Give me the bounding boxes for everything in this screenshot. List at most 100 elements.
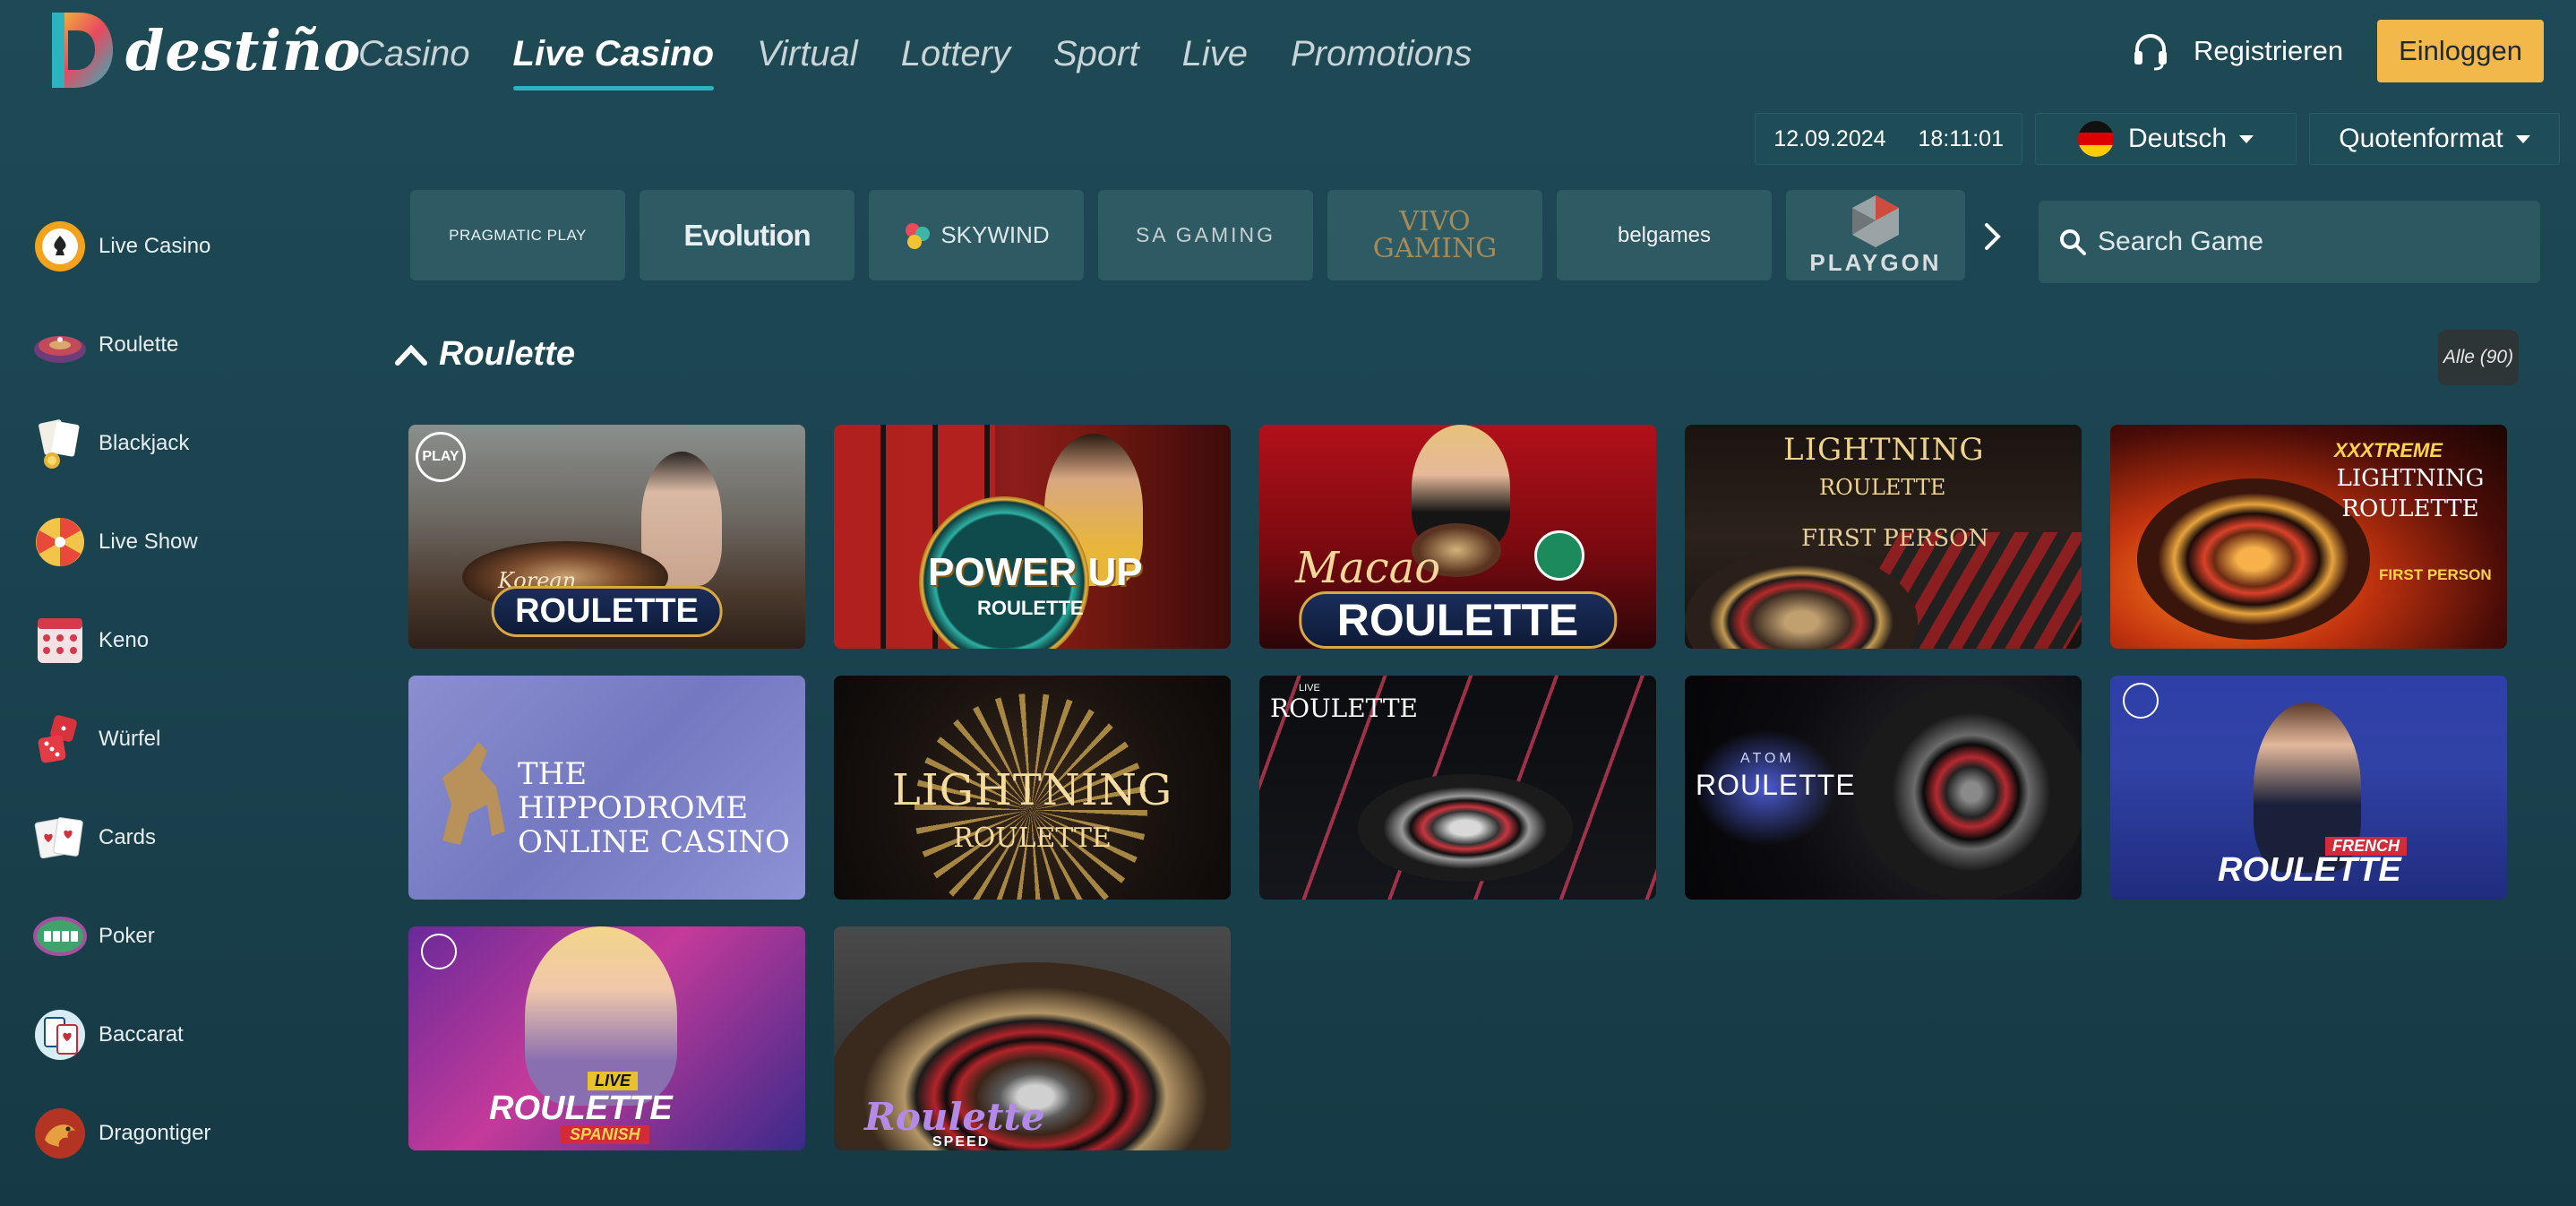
game-line2: ROULETTE bbox=[2218, 851, 2401, 889]
game-tile-roulette-speed[interactable]: Roulette SPEED bbox=[834, 926, 1231, 1150]
game-tile-lightning-roulette[interactable]: LIGHTNING ROULETTE bbox=[834, 676, 1231, 900]
game-line1: POWER UP bbox=[928, 550, 1143, 594]
poker-icon bbox=[33, 917, 87, 956]
game-line3: SPANISH bbox=[561, 1125, 649, 1144]
cards-icon bbox=[34, 817, 83, 859]
game-line2: LIGHTNING ROULETTE bbox=[2336, 465, 2485, 522]
game-tile-power-up-roulette[interactable]: POWER UP ROULETTE bbox=[834, 425, 1231, 649]
odds-format-label: Quotenformat bbox=[2339, 124, 2503, 153]
game-tile-live-roulette[interactable]: LIVE ROULETTE bbox=[1259, 676, 1656, 900]
nav-sport[interactable]: Sport bbox=[1053, 34, 1139, 90]
section-title: Roulette bbox=[439, 335, 575, 373]
vivo-badge-icon bbox=[421, 934, 457, 969]
search-icon bbox=[2060, 229, 2086, 255]
game-line1: THE bbox=[518, 756, 588, 792]
game-line1: LIGHTNING bbox=[891, 765, 1173, 815]
provider-name: PRAGMATIC PLAY bbox=[449, 226, 587, 244]
sidebar-item-label: Poker bbox=[99, 924, 155, 948]
provider-skywind[interactable]: SKYWIND bbox=[869, 190, 1084, 280]
chip-icon bbox=[35, 221, 85, 271]
game-tile-macao-roulette[interactable]: Macao ROULETTE bbox=[1259, 425, 1656, 649]
logo-icon bbox=[52, 13, 113, 88]
game-tile-korean-roulette[interactable]: PLAY Korean ROULETTE bbox=[408, 425, 805, 649]
sub-bar: 12.09.2024 18:11:01 Deutsch Quotenformat bbox=[1755, 113, 2560, 165]
provider-name: VIVO GAMING bbox=[1372, 205, 1498, 264]
sidebar-item-label: Live Show bbox=[99, 530, 198, 554]
game-tile-xxxtreme-lightning[interactable]: XXXTREME LIGHTNING ROULETTE FIRST PERSON bbox=[2110, 425, 2507, 649]
chevron-down-icon bbox=[2515, 134, 2530, 143]
playgon-logo-icon bbox=[1852, 195, 1899, 247]
chevron-up-icon[interactable] bbox=[394, 341, 428, 368]
sidebar-item-dragontiger[interactable]: Dragontiger bbox=[32, 1084, 337, 1183]
lotus-badge-icon bbox=[1534, 530, 1584, 581]
odds-format-select[interactable]: Quotenformat bbox=[2309, 113, 2560, 165]
search-box[interactable] bbox=[2039, 201, 2540, 283]
sidebar-item-live-show[interactable]: Live Show bbox=[32, 493, 337, 591]
provider-name: Evolution bbox=[683, 218, 811, 252]
section-header[interactable]: Roulette bbox=[394, 335, 575, 374]
register-link[interactable]: Registrieren bbox=[2194, 35, 2343, 67]
sidebar-item-live-casino[interactable]: Live Casino bbox=[32, 197, 337, 296]
game-tile-french-roulette[interactable]: FRENCH ROULETTE bbox=[2110, 676, 2507, 900]
login-button[interactable]: Einloggen bbox=[2377, 20, 2544, 82]
game-line1: Roulette bbox=[864, 1095, 1045, 1139]
dragon-icon bbox=[35, 1108, 85, 1159]
horse-rider-icon bbox=[442, 742, 505, 845]
sidebar-item-dice[interactable]: Würfel bbox=[32, 690, 337, 788]
sidebar-item-blackjack[interactable]: Blackjack bbox=[32, 394, 337, 493]
game-title: ROULETTE bbox=[491, 586, 723, 637]
search-input[interactable] bbox=[2098, 227, 2528, 257]
pragmatic-badge-icon: PLAY bbox=[416, 432, 466, 482]
blackjack-icon bbox=[39, 419, 80, 469]
provider-name: belgames bbox=[1617, 222, 1712, 247]
game-line2: ROULETTE bbox=[489, 1090, 673, 1127]
provider-evolution[interactable]: Evolution bbox=[640, 190, 854, 280]
game-line1: ATOM bbox=[1740, 751, 1795, 766]
game-tile-lightning-first-person[interactable]: LIGHTNING ROULETTE FIRST PERSON bbox=[1685, 425, 2082, 649]
time-text: 18:11:01 bbox=[1918, 125, 2004, 151]
chevron-right-icon[interactable] bbox=[1976, 220, 2008, 253]
game-line2: ROULETTE bbox=[1270, 693, 1418, 723]
nav-casino[interactable]: Casino bbox=[358, 34, 470, 90]
game-line2: SPEED bbox=[932, 1134, 991, 1150]
sidebar-item-keno[interactable]: Keno bbox=[32, 591, 337, 690]
provider-name: PLAYGON bbox=[1809, 249, 1942, 276]
nav-live[interactable]: Live bbox=[1182, 34, 1248, 90]
skywind-logo-icon bbox=[906, 222, 931, 249]
game-tile-hippodrome[interactable]: THE HIPPODROME ONLINE CASINO bbox=[408, 676, 805, 900]
sidebar-item-poker[interactable]: Poker bbox=[32, 887, 337, 986]
provider-playgon[interactable]: PLAYGON bbox=[1786, 190, 1965, 280]
game-line2: ROULETTE bbox=[1696, 769, 1856, 801]
show-all-button[interactable]: Alle (90) bbox=[2438, 330, 2519, 385]
provider-vivo-gaming[interactable]: VIVO GAMING bbox=[1327, 190, 1542, 280]
sidebar-item-baccarat[interactable]: Baccarat bbox=[32, 986, 337, 1084]
provider-name: SA GAMING bbox=[1135, 223, 1276, 246]
sidebar-item-label: Roulette bbox=[99, 332, 179, 357]
sidebar-item-label: Cards bbox=[99, 825, 157, 849]
provider-belgames[interactable]: belgames bbox=[1557, 190, 1772, 280]
language-select[interactable]: Deutsch bbox=[2035, 113, 2297, 165]
sidebar-item-label: Keno bbox=[99, 628, 150, 652]
game-tile-roulette-spanish[interactable]: LIVE ROULETTE SPANISH bbox=[408, 926, 805, 1150]
category-sidebar: Live Casino Roulette Blackjack Live Show bbox=[32, 197, 337, 1183]
provider-name: SKYWIND bbox=[940, 221, 1050, 248]
provider-pragmatic-play[interactable]: PRAGMATIC PLAY bbox=[410, 190, 625, 280]
brand-logo[interactable]: destiño bbox=[47, 7, 361, 93]
sidebar-item-label: Würfel bbox=[99, 727, 161, 751]
game-line1: LIVE bbox=[588, 1072, 639, 1090]
nav-virtual[interactable]: Virtual bbox=[757, 34, 858, 90]
game-tile-atom-roulette[interactable]: ATOM ROULETTE bbox=[1685, 676, 2082, 900]
headset-icon[interactable] bbox=[2131, 31, 2170, 71]
german-flag-icon bbox=[2077, 121, 2114, 157]
nav-lottery[interactable]: Lottery bbox=[901, 34, 1010, 90]
nav-live-casino[interactable]: Live Casino bbox=[512, 34, 714, 90]
nav-promotions[interactable]: Promotions bbox=[1291, 34, 1472, 90]
sidebar-item-label: Baccarat bbox=[99, 1022, 184, 1047]
sidebar-item-roulette[interactable]: Roulette bbox=[32, 296, 337, 394]
sidebar-item-label: Live Casino bbox=[99, 234, 211, 258]
date-text: 12.09.2024 bbox=[1773, 125, 1886, 151]
game-line1: Macao bbox=[1295, 543, 1441, 593]
provider-sa-gaming[interactable]: SA GAMING bbox=[1098, 190, 1313, 280]
vivo-badge-icon bbox=[2123, 683, 2159, 719]
sidebar-item-cards[interactable]: Cards bbox=[32, 788, 337, 887]
